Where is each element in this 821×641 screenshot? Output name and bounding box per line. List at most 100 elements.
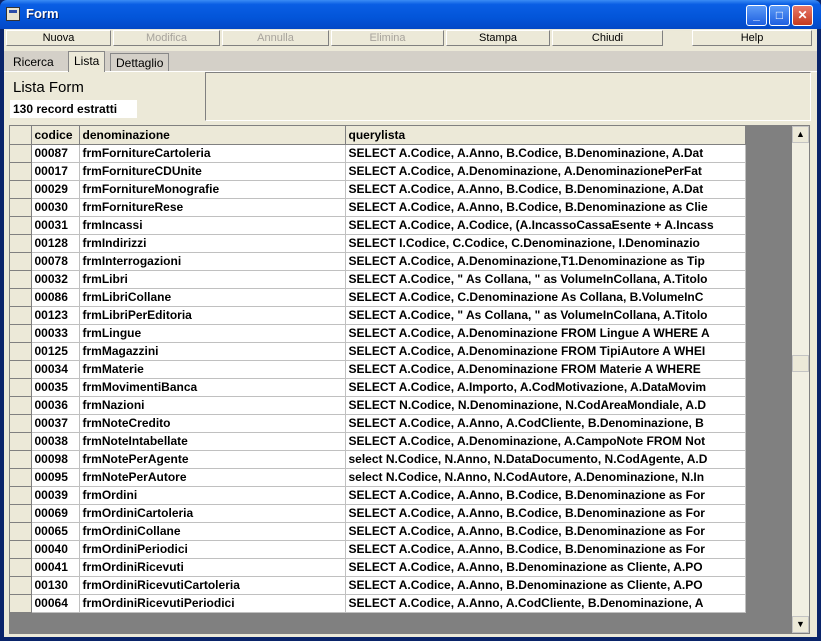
cell-denominazione[interactable]: frmLibri — [79, 270, 346, 289]
cell-querylista[interactable]: SELECT A.Codice, A.Anno, B.Codice, B.Den… — [345, 180, 746, 199]
row-selector[interactable] — [10, 144, 32, 163]
cell-denominazione[interactable]: frmInterrogazioni — [79, 252, 346, 271]
cell-denominazione[interactable]: frmIncassi — [79, 216, 346, 235]
cell-querylista[interactable]: SELECT A.Codice, A.Anno, B.Codice, B.Den… — [345, 144, 746, 163]
cell-codice[interactable]: 00029 — [31, 180, 80, 199]
cell-denominazione[interactable]: frmMovimentiBanca — [79, 378, 346, 397]
table-row[interactable]: 00039 frmOrdini SELECT A.Codice, A.Anno, B… — [10, 486, 746, 505]
cell-querylista[interactable]: SELECT A.Codice, C.Denominazione As Coll… — [345, 288, 746, 307]
row-selector[interactable] — [10, 180, 32, 199]
cell-querylista[interactable]: SELECT A.Codice, A.Anno, B.Denominazione… — [345, 558, 746, 577]
cell-denominazione[interactable]: frmNotePerAutore — [79, 468, 346, 487]
scroll-thumb[interactable] — [792, 355, 809, 372]
table-row[interactable]: 00035 frmMovimentiBanca SELECT A.Codice, A… — [10, 378, 746, 397]
table-row[interactable]: 00030 frmFornitureRese SELECT A.Codice, A.… — [10, 198, 746, 217]
cell-querylista[interactable]: SELECT N.Codice, N.Denominazione, N.CodA… — [345, 396, 746, 415]
cell-codice[interactable]: 00031 — [31, 216, 80, 235]
cell-codice[interactable]: 00087 — [31, 144, 80, 163]
table-row[interactable]: 00038 frmNoteIntabellate SELECT A.Codice, … — [10, 432, 746, 451]
cell-denominazione[interactable]: frmNoteCredito — [79, 414, 346, 433]
row-selector[interactable] — [10, 216, 32, 235]
table-row[interactable]: 00125 frmMagazzini SELECT A.Codice, A.Deno… — [10, 342, 746, 361]
tab-ricerca[interactable]: Ricerca — [8, 53, 59, 71]
row-selector[interactable] — [10, 234, 32, 253]
cell-querylista[interactable]: SELECT A.Codice, A.Importo, A.CodMotivaz… — [345, 378, 746, 397]
cell-codice[interactable]: 00078 — [31, 252, 80, 271]
cell-querylista[interactable]: SELECT A.Codice, A.Anno, A.CodCliente, B… — [345, 594, 746, 613]
cell-denominazione[interactable]: frmIndirizzi — [79, 234, 346, 253]
cell-codice[interactable]: 00030 — [31, 198, 80, 217]
cell-querylista[interactable]: SELECT A.Codice, A.Denominazione FROM Ti… — [345, 342, 746, 361]
cell-denominazione[interactable]: frmFornitureCartoleria — [79, 144, 346, 163]
cell-codice[interactable]: 00086 — [31, 288, 80, 307]
cell-querylista[interactable]: SELECT A.Codice, " As Collana, " as Volu… — [345, 270, 746, 289]
cell-denominazione[interactable]: frmOrdini — [79, 486, 346, 505]
table-row[interactable]: 00064 frmOrdiniRicevutiPeriodici SELECT A.… — [10, 594, 746, 613]
table-row[interactable]: 00032 frmLibri SELECT A.Codice, " As Colla… — [10, 270, 746, 289]
scroll-up-button[interactable]: ▲ — [792, 126, 809, 143]
chiudi-button[interactable]: Chiudi — [552, 30, 663, 46]
row-selector[interactable] — [10, 270, 32, 289]
column-header-denominazione[interactable]: denominazione — [79, 126, 346, 145]
modifica-button[interactable]: Modifica — [113, 30, 220, 46]
cell-codice[interactable]: 00128 — [31, 234, 80, 253]
cell-denominazione[interactable]: frmLibriPerEditoria — [79, 306, 346, 325]
table-row[interactable]: 00098 frmNotePerAgente select N.Codice, N.… — [10, 450, 746, 469]
table-row[interactable]: 00095 frmNotePerAutore select N.Codice, N.… — [10, 468, 746, 487]
row-selector[interactable] — [10, 162, 32, 181]
cell-querylista[interactable]: SELECT A.Codice, A.Codice, (A.IncassoCas… — [345, 216, 746, 235]
row-selector[interactable] — [10, 576, 32, 595]
table-row[interactable]: 00017 frmFornitureCDUnite SELECT A.Codice,… — [10, 162, 746, 181]
records-grid[interactable]: codice denominazione querylista 00087 frm… — [9, 125, 810, 634]
cell-codice[interactable]: 00037 — [31, 414, 80, 433]
row-selector[interactable] — [10, 306, 32, 325]
cell-querylista[interactable]: SELECT A.Codice, A.Denominazione FROM Ma… — [345, 360, 746, 379]
cell-codice[interactable]: 00039 — [31, 486, 80, 505]
cell-querylista[interactable]: SELECT A.Codice, A.Anno, B.Denominazione… — [345, 576, 746, 595]
title-bar[interactable]: Form _ □ ✕ — [0, 0, 821, 29]
elimina-button[interactable]: Elimina — [331, 30, 444, 46]
row-selector[interactable] — [10, 540, 32, 559]
row-selector-header[interactable] — [10, 126, 32, 145]
row-selector[interactable] — [10, 342, 32, 361]
cell-denominazione[interactable]: frmOrdiniCollane — [79, 522, 346, 541]
row-selector[interactable] — [10, 522, 32, 541]
annulla-button[interactable]: Annulla — [222, 30, 329, 46]
table-row[interactable]: 00033 frmLingue SELECT A.Codice, A.Denomin… — [10, 324, 746, 343]
row-selector[interactable] — [10, 324, 32, 343]
cell-denominazione[interactable]: frmFornitureRese — [79, 198, 346, 217]
row-selector[interactable] — [10, 432, 32, 451]
cell-querylista[interactable]: SELECT A.Codice, A.Anno, B.Codice, B.Den… — [345, 540, 746, 559]
cell-denominazione[interactable]: frmOrdiniPeriodici — [79, 540, 346, 559]
table-row[interactable]: 00037 frmNoteCredito SELECT A.Codice, A.An… — [10, 414, 746, 433]
cell-denominazione[interactable]: frmLibriCollane — [79, 288, 346, 307]
cell-codice[interactable]: 00123 — [31, 306, 80, 325]
table-row[interactable]: 00031 frmIncassi SELECT A.Codice, A.Codice… — [10, 216, 746, 235]
cell-codice[interactable]: 00069 — [31, 504, 80, 523]
cell-denominazione[interactable]: frmFornitureMonografie — [79, 180, 346, 199]
cell-querylista[interactable]: SELECT A.Codice, A.Anno, B.Codice, B.Den… — [345, 504, 746, 523]
table-row[interactable]: 00029 frmFornitureMonografie SELECT A.Codi… — [10, 180, 746, 199]
cell-querylista[interactable]: SELECT A.Codice, A.Anno, A.CodCliente, B… — [345, 414, 746, 433]
table-row[interactable]: 00065 frmOrdiniCollane SELECT A.Codice, A.… — [10, 522, 746, 541]
row-selector[interactable] — [10, 396, 32, 415]
table-row[interactable]: 00069 frmOrdiniCartoleria SELECT A.Codice,… — [10, 504, 746, 523]
cell-codice[interactable]: 00040 — [31, 540, 80, 559]
row-selector[interactable] — [10, 414, 32, 433]
cell-codice[interactable]: 00036 — [31, 396, 80, 415]
scroll-down-button[interactable]: ▼ — [792, 616, 809, 633]
row-selector[interactable] — [10, 468, 32, 487]
help-button[interactable]: Help — [692, 30, 812, 46]
cell-denominazione[interactable]: frmFornitureCDUnite — [79, 162, 346, 181]
row-selector[interactable] — [10, 198, 32, 217]
table-row[interactable]: 00078 frmInterrogazioni SELECT A.Codice, A… — [10, 252, 746, 271]
cell-codice[interactable]: 00095 — [31, 468, 80, 487]
cell-querylista[interactable]: SELECT A.Codice, A.Denominazione FROM Li… — [345, 324, 746, 343]
tab-lista[interactable]: Lista — [68, 51, 106, 72]
row-selector[interactable] — [10, 558, 32, 577]
cell-querylista[interactable]: select N.Codice, N.Anno, N.DataDocumento… — [345, 450, 746, 469]
table-row[interactable]: 00128 frmIndirizzi SELECT I.Codice, C.Codi… — [10, 234, 746, 253]
cell-querylista[interactable]: SELECT A.Codice, A.Denominazione,T1.Deno… — [345, 252, 746, 271]
row-selector[interactable] — [10, 450, 32, 469]
cell-denominazione[interactable]: frmOrdiniCartoleria — [79, 504, 346, 523]
